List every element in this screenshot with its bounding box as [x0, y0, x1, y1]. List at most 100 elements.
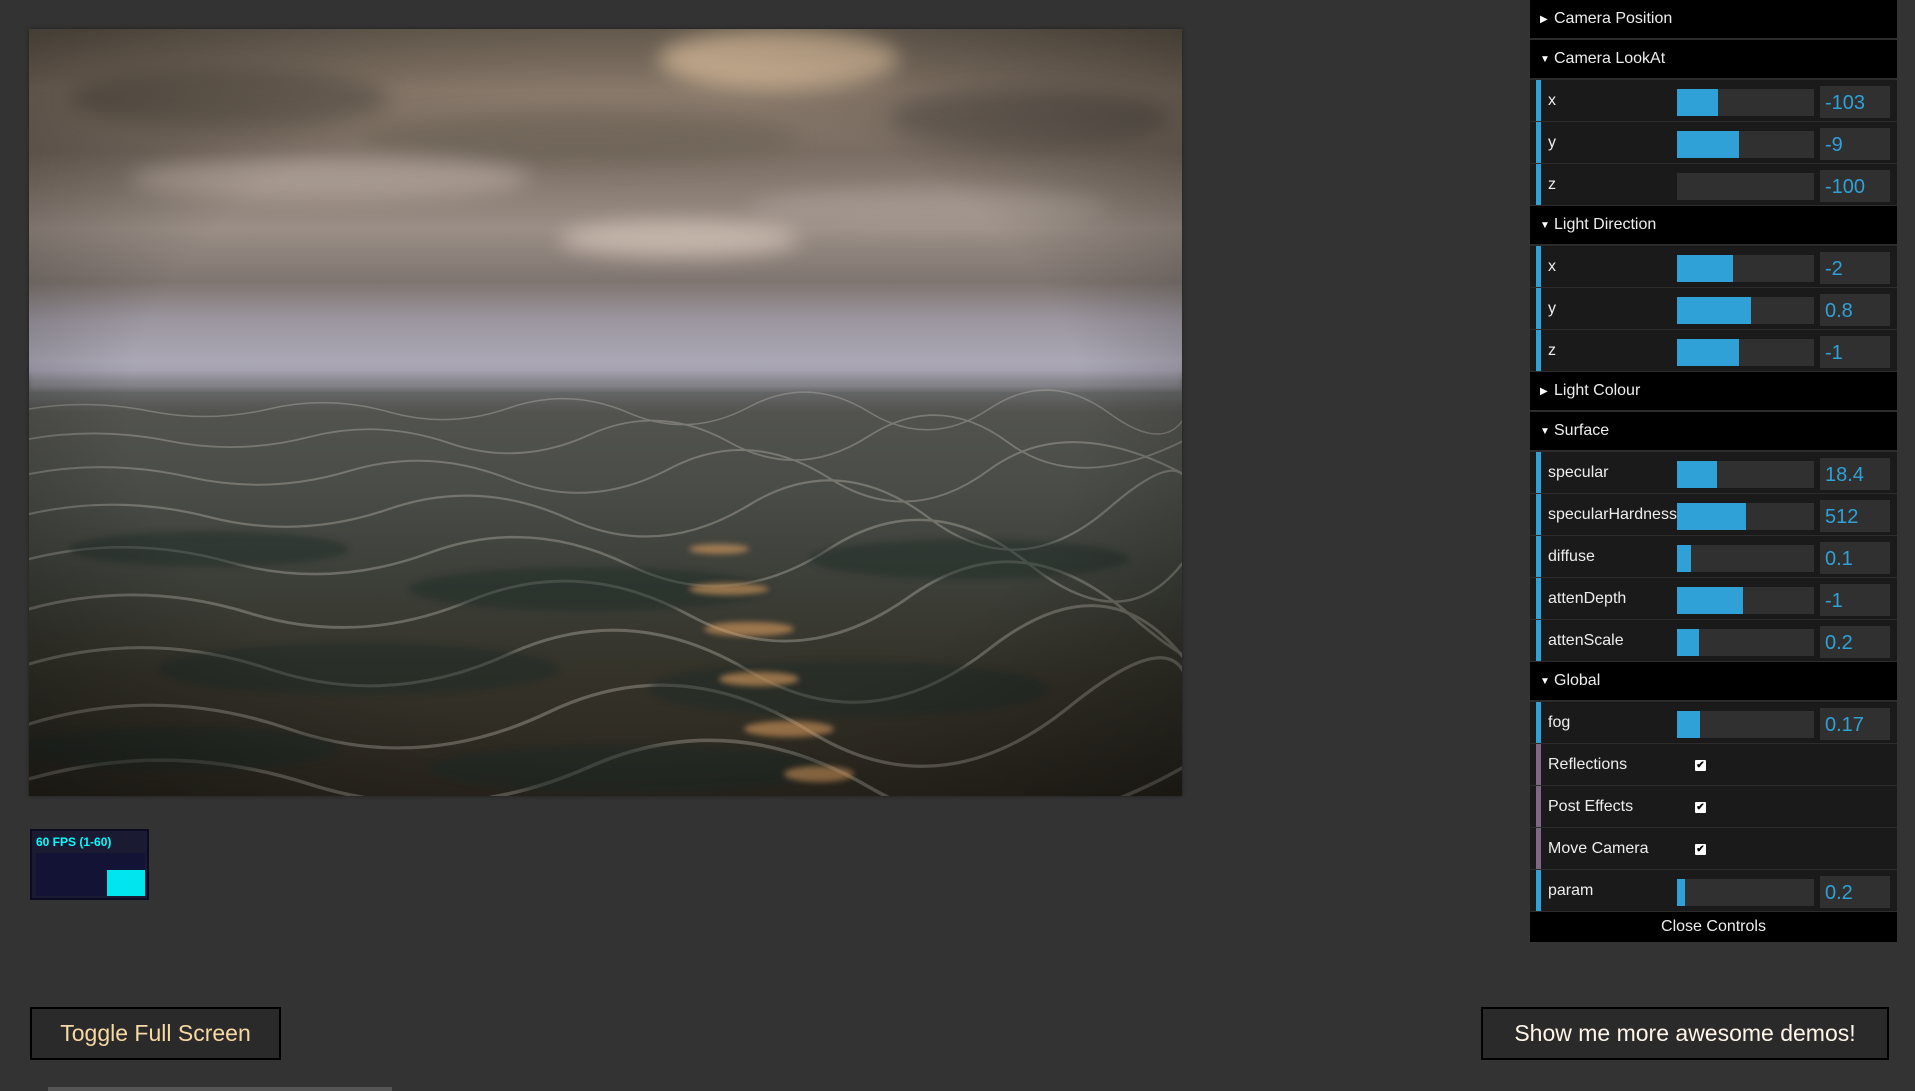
- row-accent: [1536, 620, 1541, 661]
- ocean-render-canvas[interactable]: [29, 29, 1182, 796]
- row-accent: [1536, 828, 1541, 869]
- control-lookat-z: z -100: [1530, 164, 1897, 206]
- number-input[interactable]: -103: [1820, 86, 1890, 118]
- fps-graph-bar: [107, 870, 145, 896]
- fps-label: 60 FPS (1-60): [36, 835, 112, 849]
- control-post-effects: Post Effects ✔: [1530, 786, 1897, 828]
- folder-title: Camera LookAt: [1554, 50, 1666, 67]
- triangle-right-icon: ▶: [1540, 14, 1548, 25]
- reflections-checkbox[interactable]: ✔: [1695, 760, 1706, 771]
- control-atten-scale: attenScale 0.2: [1530, 620, 1897, 662]
- controls-panel: ▶ Camera Position ▼ Camera LookAt x -103…: [1530, 0, 1897, 942]
- slider-fill: [1677, 131, 1739, 158]
- row-accent: [1536, 702, 1541, 743]
- folder-global[interactable]: ▼ Global: [1530, 662, 1897, 702]
- row-accent: [1536, 452, 1541, 493]
- slider[interactable]: [1677, 339, 1814, 366]
- folder-surface[interactable]: ▼ Surface: [1530, 412, 1897, 452]
- control-label: Move Camera: [1548, 840, 1649, 857]
- number-input[interactable]: 18.4: [1820, 458, 1890, 490]
- close-controls-button[interactable]: Close Controls: [1530, 912, 1897, 942]
- number-input[interactable]: 0.2: [1820, 626, 1890, 658]
- folder-title: Light Colour: [1554, 382, 1641, 399]
- row-accent: [1536, 288, 1541, 329]
- slider[interactable]: [1677, 503, 1814, 530]
- triangle-down-icon: ▼: [1540, 54, 1550, 65]
- slider[interactable]: [1677, 587, 1814, 614]
- toggle-fullscreen-button[interactable]: Toggle Full Screen: [30, 1007, 281, 1060]
- post-effects-checkbox[interactable]: ✔: [1695, 802, 1706, 813]
- number-input[interactable]: -2: [1820, 252, 1890, 284]
- slider[interactable]: [1677, 131, 1814, 158]
- control-label: attenDepth: [1548, 590, 1627, 607]
- number-input[interactable]: -100: [1820, 170, 1890, 202]
- folder-title: Camera Position: [1554, 10, 1673, 27]
- row-accent: [1536, 494, 1541, 535]
- number-input[interactable]: -1: [1820, 336, 1890, 368]
- control-label: z: [1548, 342, 1556, 359]
- slider[interactable]: [1677, 173, 1814, 200]
- number-input[interactable]: 0.17: [1820, 708, 1890, 740]
- control-label: fog: [1548, 714, 1571, 731]
- control-diffuse: diffuse 0.1: [1530, 536, 1897, 578]
- fps-meter[interactable]: 60 FPS (1-60): [30, 829, 149, 900]
- triangle-down-icon: ▼: [1540, 426, 1550, 437]
- ocean-scene-graphic: [29, 29, 1182, 796]
- folder-title: Global: [1554, 672, 1601, 689]
- row-accent: [1536, 744, 1541, 785]
- slider[interactable]: [1677, 711, 1814, 738]
- control-reflections: Reflections ✔: [1530, 744, 1897, 786]
- number-input[interactable]: -9: [1820, 128, 1890, 160]
- control-specular-hardness: specularHardness 512: [1530, 494, 1897, 536]
- control-light-z: z -1: [1530, 330, 1897, 372]
- slider[interactable]: [1677, 461, 1814, 488]
- control-label: x: [1548, 258, 1556, 275]
- slider[interactable]: [1677, 879, 1814, 906]
- control-label: specular: [1548, 464, 1609, 481]
- row-accent: [1536, 80, 1541, 121]
- number-input[interactable]: 0.1: [1820, 542, 1890, 574]
- folder-camera-lookat[interactable]: ▼ Camera LookAt: [1530, 40, 1897, 80]
- more-demos-button[interactable]: Show me more awesome demos!: [1481, 1007, 1889, 1060]
- slider[interactable]: [1677, 297, 1814, 324]
- slider-fill: [1677, 545, 1691, 572]
- control-label: x: [1548, 92, 1556, 109]
- number-input[interactable]: -1: [1820, 584, 1890, 616]
- triangle-down-icon: ▼: [1540, 676, 1550, 687]
- slider-fill: [1677, 711, 1701, 738]
- slider[interactable]: [1677, 629, 1814, 656]
- row-accent: [1536, 870, 1541, 911]
- control-label: specularHardness: [1548, 506, 1677, 523]
- control-lookat-y: y -9: [1530, 122, 1897, 164]
- control-move-camera: Move Camera ✔: [1530, 828, 1897, 870]
- folder-light-direction[interactable]: ▼ Light Direction: [1530, 206, 1897, 246]
- slider-fill: [1677, 255, 1734, 282]
- control-label: Post Effects: [1548, 798, 1634, 815]
- slider[interactable]: [1677, 89, 1814, 116]
- slider[interactable]: [1677, 545, 1814, 572]
- row-accent: [1536, 786, 1541, 827]
- move-camera-checkbox[interactable]: ✔: [1695, 844, 1706, 855]
- control-atten-depth: attenDepth -1: [1530, 578, 1897, 620]
- control-light-y: y 0.8: [1530, 288, 1897, 330]
- number-input[interactable]: 512: [1820, 500, 1890, 532]
- slider-fill: [1677, 879, 1686, 906]
- slider[interactable]: [1677, 255, 1814, 282]
- number-input[interactable]: 0.8: [1820, 294, 1890, 326]
- horizontal-scrollbar[interactable]: [48, 1087, 392, 1091]
- control-label: param: [1548, 882, 1594, 899]
- folder-light-colour[interactable]: ▶ Light Colour: [1530, 372, 1897, 412]
- triangle-down-icon: ▼: [1540, 220, 1550, 231]
- row-accent: [1536, 164, 1541, 205]
- slider-fill: [1677, 587, 1743, 614]
- number-input[interactable]: 0.2: [1820, 876, 1890, 908]
- slider-fill: [1677, 339, 1739, 366]
- slider-fill: [1677, 503, 1746, 530]
- control-label: Reflections: [1548, 756, 1628, 773]
- slider-fill: [1677, 89, 1719, 116]
- slider-fill: [1677, 461, 1717, 488]
- row-accent: [1536, 122, 1541, 163]
- control-label: attenScale: [1548, 632, 1624, 649]
- folder-camera-position[interactable]: ▶ Camera Position: [1530, 0, 1897, 40]
- slider-fill: [1677, 297, 1751, 324]
